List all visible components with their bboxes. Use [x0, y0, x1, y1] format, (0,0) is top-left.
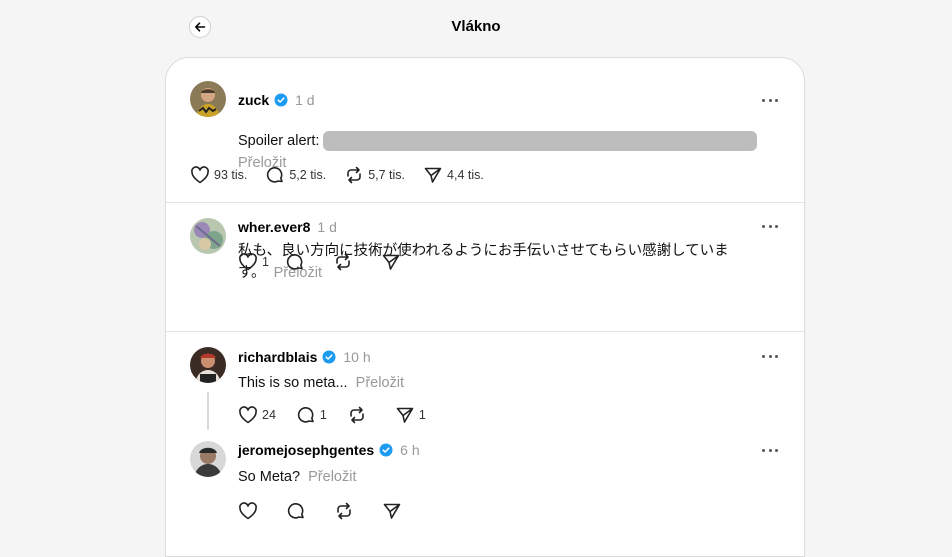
post-text-line: So Meta? [238, 469, 301, 485]
post-text-line: This is so meta... [238, 375, 348, 391]
share-count: 4,4 tis. [447, 168, 484, 182]
verified-badge-icon [322, 350, 336, 364]
page-title: Vlákno [451, 18, 501, 35]
top-bar: Vlákno [0, 0, 952, 56]
heart-icon [239, 253, 257, 271]
spoiler-block[interactable] [323, 131, 758, 152]
post-text: This is so meta... Přeložit [238, 372, 404, 394]
post-author: jeromejosephgentes 6 h [238, 442, 420, 458]
repost-icon [347, 166, 361, 184]
more-options-icon[interactable] [762, 96, 778, 104]
post-author: zuck 1 d [238, 92, 315, 108]
avatar[interactable] [190, 81, 226, 117]
more-options-icon[interactable] [762, 446, 778, 454]
like-count: 93 tis. [214, 168, 248, 182]
verified-badge-icon [379, 443, 393, 457]
reply-button[interactable] [285, 253, 305, 271]
repost-icon [350, 406, 364, 424]
post-time: 1 d [317, 219, 337, 235]
more-options-icon[interactable] [762, 352, 778, 360]
comment-icon [297, 407, 314, 423]
comment-icon [287, 503, 304, 519]
repost-button[interactable] [333, 253, 353, 271]
post-author: wher.ever8 1 d [238, 219, 337, 235]
share-button[interactable]: 1 [395, 406, 426, 424]
reply-count: 1 [319, 408, 327, 422]
share-button[interactable] [381, 253, 401, 271]
like-count: 1 [262, 255, 269, 269]
share-button[interactable] [382, 502, 402, 520]
post-time: 1 d [295, 92, 315, 108]
thread-line [207, 392, 209, 430]
heart-icon [239, 406, 257, 424]
reply-button[interactable] [286, 502, 306, 520]
post-actions: 93 tis. 5,2 tis. 5,7 tis. 4,4 tis. [190, 166, 502, 184]
repost-button[interactable] [334, 502, 354, 520]
share-button[interactable]: 4,4 tis. [423, 166, 484, 184]
share-count: 1 [418, 408, 426, 422]
send-icon [424, 167, 442, 183]
translate-link[interactable]: Přeložit [308, 469, 356, 485]
heart-icon [239, 502, 257, 520]
spoiler-label: Spoiler alert: [238, 133, 320, 149]
repost-icon [336, 253, 350, 271]
reply-post: jeromejosephgentes 6 h So Meta? Přeložit [166, 432, 804, 556]
post-actions: 1 [238, 253, 419, 271]
like-button[interactable]: 93 tis. [190, 166, 247, 184]
username[interactable]: wher.ever8 [238, 219, 310, 235]
reply-post: wher.ever8 1 d 私も、良い方向に技術が使われるようにお手伝いさせて… [166, 203, 804, 331]
reply-button[interactable]: 5,2 tis. [265, 166, 326, 184]
post-time: 10 h [343, 349, 371, 365]
repost-icon [337, 502, 351, 520]
reply-button[interactable]: 1 [296, 406, 327, 424]
username[interactable]: jeromejosephgentes [238, 442, 374, 458]
like-button[interactable] [238, 502, 258, 520]
more-options-icon[interactable] [762, 222, 778, 230]
like-button[interactable]: 1 [238, 253, 269, 271]
reply-post: richardblais 10 h This is so meta... Pře… [166, 332, 804, 432]
send-icon [382, 254, 400, 270]
repost-button[interactable] [347, 406, 367, 424]
send-icon [396, 407, 414, 423]
like-count: 24 [262, 408, 276, 422]
username[interactable]: zuck [238, 92, 269, 108]
reply-count: 5,2 tis. [289, 168, 327, 182]
send-icon [383, 503, 401, 519]
comment-icon [286, 254, 303, 270]
translate-link[interactable]: Přeložit [356, 375, 404, 391]
like-button[interactable]: 24 [238, 406, 276, 424]
avatar[interactable] [190, 441, 226, 477]
post-text: So Meta? Přeložit [238, 466, 357, 488]
repost-button[interactable]: 5,7 tis. [344, 166, 405, 184]
username[interactable]: richardblais [238, 349, 317, 365]
post-actions [238, 502, 420, 520]
repost-count: 5,7 tis. [368, 168, 406, 182]
post-author: richardblais 10 h [238, 349, 371, 365]
comment-icon [267, 167, 284, 183]
avatar[interactable] [190, 218, 226, 254]
heart-icon [191, 166, 209, 184]
main-post: zuck 1 d Spoiler alert:Přeložit 93 tis. … [166, 58, 804, 202]
thread-card: zuck 1 d Spoiler alert: Přeložit 93 tis. … [165, 57, 805, 557]
post-actions: 24 1 1 [238, 406, 444, 424]
avatar[interactable] [190, 347, 226, 383]
verified-badge-icon [274, 93, 288, 107]
post-time: 6 h [400, 442, 420, 458]
